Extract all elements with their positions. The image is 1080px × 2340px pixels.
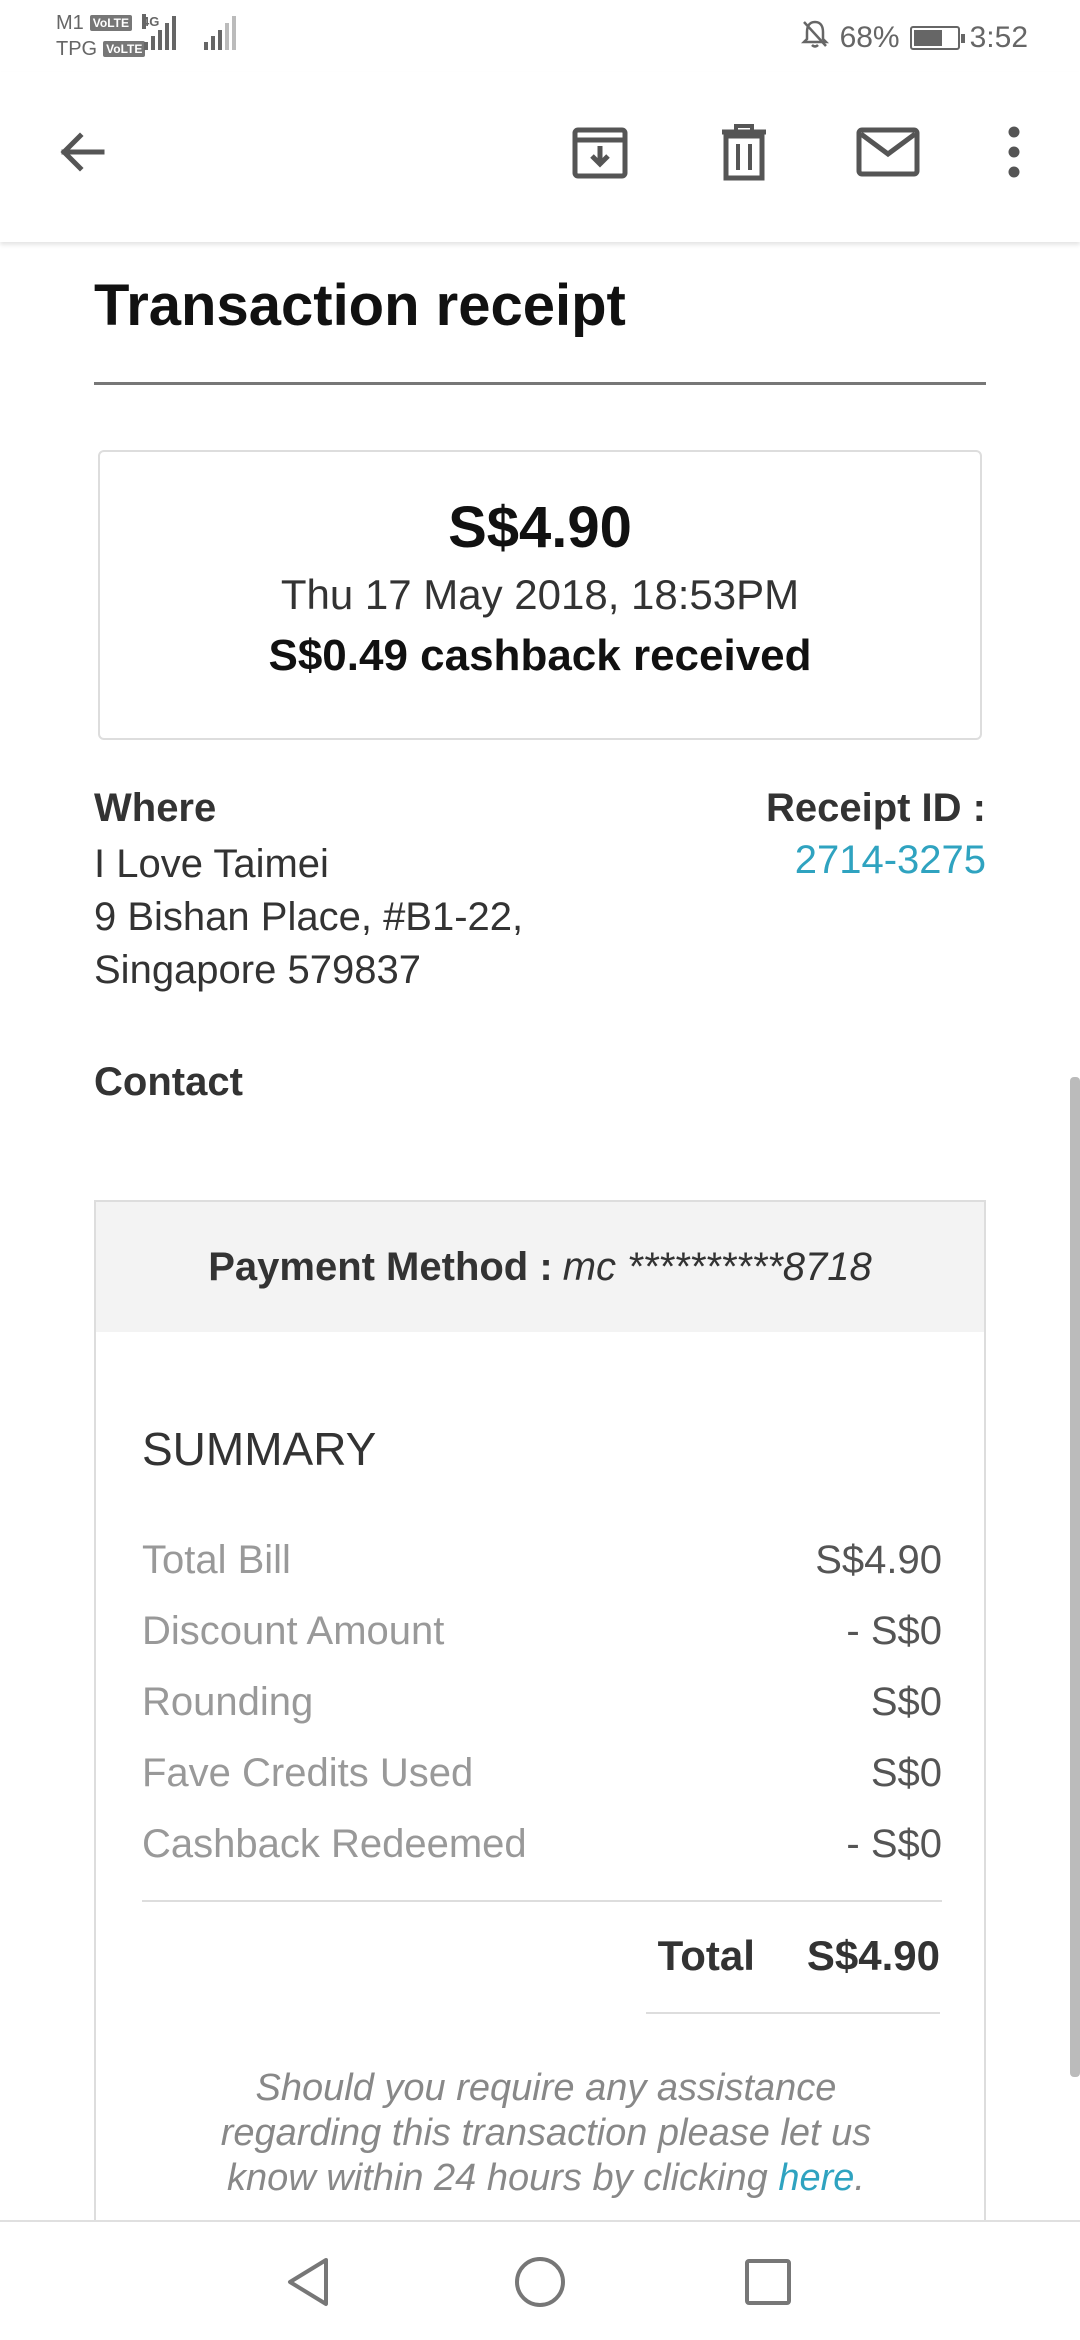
carrier-info: M1 VoLTE TPG VoLTE bbox=[56, 10, 146, 62]
archive-icon[interactable] bbox=[564, 116, 636, 188]
status-bar: M1 VoLTE TPG VoLTE 4G 68% 3:52 bbox=[0, 0, 1080, 72]
total-row: Total S$4.90 bbox=[658, 1932, 940, 1980]
payment-method-value: mc **********8718 bbox=[562, 1244, 872, 1289]
email-content: Transaction receipt S$4.90 Thu 17 May 20… bbox=[0, 242, 1080, 2220]
summary-row-label: Cashback Redeemed bbox=[142, 1822, 527, 1866]
summary-title: SUMMARY bbox=[142, 1423, 377, 1475]
assistance-link[interactable]: here bbox=[778, 2157, 854, 2199]
payment-method-header: Payment Method : mc **********8718 bbox=[96, 1202, 984, 1332]
merchant-address: 9 Bishan Place, #B1-22, Singapore 579837 bbox=[94, 895, 524, 992]
summary-row-value: S$4.90 bbox=[815, 1538, 942, 1582]
summary-row: Discount Amount - S$0 bbox=[142, 1603, 942, 1674]
battery-fill bbox=[913, 30, 943, 46]
total-value: S$4.90 bbox=[806, 1932, 940, 1979]
volte-badge-1: VoLTE bbox=[89, 15, 133, 31]
merchant-name: I Love Taimei bbox=[94, 842, 329, 886]
receipt-id-label: Receipt ID : bbox=[765, 786, 986, 830]
summary-row-label: Fave Credits Used bbox=[142, 1751, 474, 1795]
cashback-text: S$0.49 cashback received bbox=[268, 631, 812, 680]
summary-list: Total Bill S$4.90 Discount Amount - S$0 … bbox=[142, 1532, 942, 1887]
navigation-bar bbox=[0, 2220, 1080, 2340]
merchant-info: I Love Taimei 9 Bishan Place, #B1-22, Si… bbox=[94, 838, 554, 997]
summary-row-value: - S$0 bbox=[846, 1609, 942, 1653]
summary-row-value: - S$0 bbox=[846, 1822, 942, 1866]
mute-bell-icon bbox=[800, 18, 830, 58]
summary-row-label: Rounding bbox=[142, 1680, 314, 1724]
summary-row: Total Bill S$4.90 bbox=[142, 1532, 942, 1603]
summary-row-label: Discount Amount bbox=[142, 1609, 445, 1653]
more-vert-icon[interactable] bbox=[978, 116, 1050, 188]
total-divider bbox=[646, 2012, 940, 2014]
amount-value: S$4.90 bbox=[448, 495, 632, 560]
volte-badge-2: VoLTE bbox=[103, 41, 146, 57]
assistance-note: Should you require any assistance regard… bbox=[206, 2066, 886, 2201]
assistance-end: . bbox=[854, 2157, 865, 2199]
summary-row-label: Total Bill bbox=[142, 1538, 291, 1582]
total-label: Total bbox=[657, 1932, 755, 1979]
transaction-date: Thu 17 May 2018, 18:53PM bbox=[280, 571, 800, 618]
nav-home-icon[interactable] bbox=[508, 2250, 572, 2314]
title-divider bbox=[94, 382, 986, 385]
payment-box: Payment Method : mc **********8718 SUMMA… bbox=[94, 1200, 986, 2220]
where-label: Where bbox=[94, 786, 217, 830]
app-bar bbox=[0, 72, 1080, 242]
summary-row: Rounding S$0 bbox=[142, 1674, 942, 1745]
network-type-label: 4G bbox=[142, 14, 160, 29]
summary-row: Fave Credits Used S$0 bbox=[142, 1745, 942, 1816]
signal-icon bbox=[204, 14, 236, 50]
page-title: Transaction receipt bbox=[94, 273, 626, 338]
battery-percent: 68% bbox=[839, 21, 900, 54]
mail-icon[interactable] bbox=[852, 116, 924, 188]
signal-icon: 4G bbox=[142, 14, 176, 50]
carrier-2-label: TPG bbox=[56, 38, 98, 60]
summary-divider bbox=[142, 1900, 942, 1902]
summary-row-value: S$0 bbox=[870, 1680, 942, 1724]
payment-method-label: Payment Method : bbox=[208, 1244, 553, 1289]
back-arrow-icon[interactable] bbox=[46, 116, 118, 188]
contact-label: Contact bbox=[94, 1060, 243, 1104]
clock-time: 3:52 bbox=[969, 21, 1028, 54]
summary-row-value: S$0 bbox=[870, 1751, 942, 1795]
scrollbar[interactable] bbox=[1070, 1077, 1080, 2077]
nav-back-icon[interactable] bbox=[276, 2250, 340, 2314]
battery-icon bbox=[909, 26, 965, 50]
amount-card: S$4.90 Thu 17 May 2018, 18:53PM S$0.49 c… bbox=[98, 450, 982, 740]
receipt-id-link[interactable]: 2714-3275 bbox=[795, 838, 986, 883]
carrier-1-label: M1 bbox=[56, 12, 84, 34]
nav-recents-icon[interactable] bbox=[736, 2250, 800, 2314]
summary-row: Cashback Redeemed - S$0 bbox=[142, 1816, 942, 1887]
assistance-text: Should you require any assistance regard… bbox=[220, 2067, 872, 2199]
trash-icon[interactable] bbox=[708, 116, 780, 188]
